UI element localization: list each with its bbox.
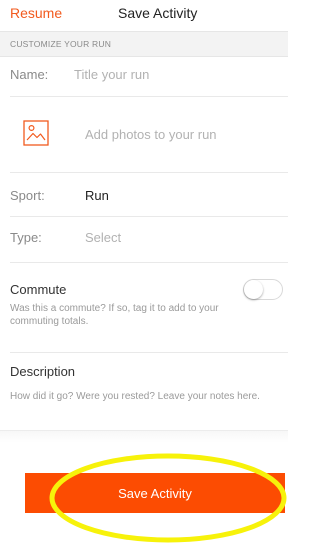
top-bar: Resume Save Activity xyxy=(0,0,288,30)
divider xyxy=(10,172,288,173)
name-label: Name: xyxy=(10,67,49,82)
add-photos-button[interactable]: Add photos to your run xyxy=(85,127,217,142)
save-activity-button[interactable]: Save Activity xyxy=(25,473,285,513)
commute-label: Commute xyxy=(10,282,67,297)
sport-label: Sport: xyxy=(10,188,45,203)
type-select[interactable]: Select xyxy=(85,230,121,245)
divider xyxy=(10,96,288,97)
toggle-knob xyxy=(244,280,263,299)
divider xyxy=(10,216,288,217)
description-label: Description xyxy=(10,364,76,379)
divider xyxy=(10,352,288,353)
commute-toggle[interactable] xyxy=(243,279,283,300)
photo-icon[interactable] xyxy=(23,120,49,146)
type-label: Type: xyxy=(10,230,42,245)
section-title: CUSTOMIZE YOUR RUN xyxy=(10,39,112,49)
divider xyxy=(10,262,288,263)
section-header: CUSTOMIZE YOUR RUN xyxy=(0,31,288,57)
commute-description: Was this a commute? If so, tag it to add… xyxy=(10,303,219,327)
sport-select[interactable]: Run xyxy=(85,188,109,203)
name-input[interactable]: Title your run xyxy=(74,67,149,82)
page-title: Save Activity xyxy=(118,5,198,21)
description-input[interactable]: How did it go? Were you rested? Leave yo… xyxy=(10,390,275,403)
resume-button[interactable]: Resume xyxy=(10,5,62,21)
